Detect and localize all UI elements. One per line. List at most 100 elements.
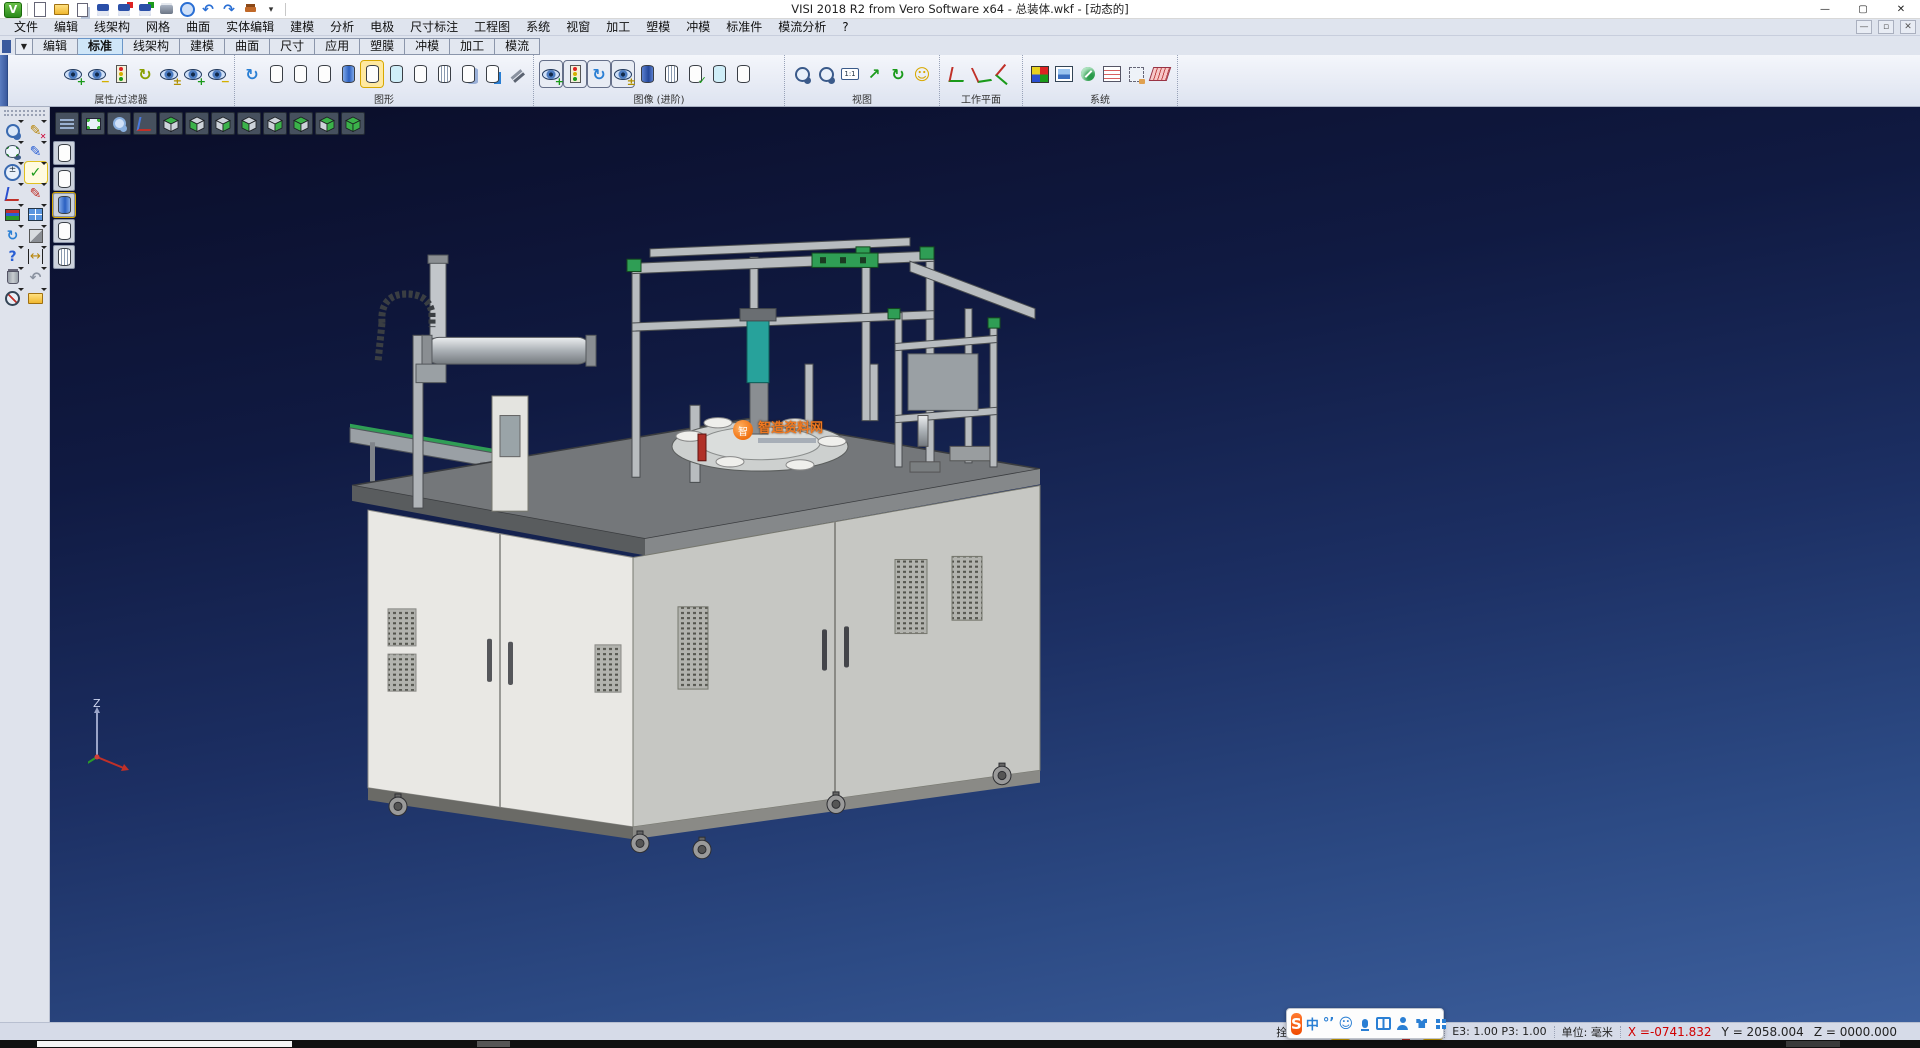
tab-2[interactable]: 线架构 [123, 38, 180, 55]
taskbar-search-box[interactable] [37, 1041, 292, 1047]
zoom-box-frame[interactable] [2, 141, 24, 162]
toolbar-grip[interactable] [4, 110, 45, 116]
tab-7[interactable]: 塑膜 [360, 38, 405, 55]
tab-8[interactable]: 冲模 [405, 38, 450, 55]
cylinder-light-2[interactable] [708, 61, 730, 87]
solid-cube[interactable] [25, 225, 47, 246]
eye-plus[interactable] [182, 61, 204, 87]
toolbox-grid-icon[interactable] [1433, 1016, 1448, 1031]
navigate-compass[interactable] [2, 288, 24, 309]
grid-settings[interactable] [1149, 61, 1171, 87]
image-settings[interactable] [1053, 61, 1075, 87]
help-question[interactable] [2, 246, 24, 267]
menu-item-6[interactable]: 建模 [282, 19, 322, 36]
workplane-align[interactable] [970, 61, 992, 87]
render-face[interactable] [911, 61, 933, 87]
system-tools[interactable] [1077, 61, 1099, 87]
zoom-window[interactable] [815, 61, 837, 87]
punctuation-toggle[interactable]: °’ [1323, 1016, 1334, 1031]
selection-settings[interactable] [1125, 61, 1147, 87]
zoom-dynamic[interactable] [863, 61, 885, 87]
menu-item-12[interactable]: 视窗 [558, 19, 598, 36]
zoom-scale-1to1[interactable] [839, 61, 861, 87]
menu-item-17[interactable]: 模流分析 [770, 19, 834, 36]
maximize-button[interactable]: ▢ [1844, 0, 1882, 19]
soft-keyboard-icon[interactable] [1376, 1016, 1391, 1031]
attributes-brush[interactable] [14, 61, 36, 87]
solid-view-dark[interactable] [756, 61, 778, 87]
cylinder-outline-4[interactable] [409, 61, 431, 87]
refresh-graphics[interactable] [241, 61, 263, 87]
cylinder-striped-2[interactable] [660, 61, 682, 87]
refresh-canvas[interactable] [2, 225, 24, 246]
box-refresh[interactable] [588, 61, 610, 87]
menu-item-3[interactable]: 网格 [138, 19, 178, 36]
measure-distance[interactable] [25, 246, 47, 267]
eye-toggle[interactable] [158, 61, 180, 87]
menu-item-5[interactable]: 实体编辑 [218, 19, 282, 36]
tab-5[interactable]: 尺寸 [270, 38, 315, 55]
cylinder-light[interactable] [385, 61, 407, 87]
zoom-plusminus[interactable] [2, 162, 24, 183]
menu-item-11[interactable]: 系统 [518, 19, 558, 36]
tab-10[interactable]: 模流 [495, 38, 540, 55]
menu-item-8[interactable]: 电极 [362, 19, 402, 36]
box-eye-add[interactable] [540, 61, 562, 87]
refresh-view[interactable] [887, 61, 909, 87]
attributes-palette[interactable] [2, 204, 24, 225]
draw-curve[interactable] [25, 183, 47, 204]
menu-item-1[interactable]: 编辑 [46, 19, 86, 36]
menu-item-9[interactable]: 尺寸标注 [402, 19, 466, 36]
workplane-axes[interactable] [946, 61, 968, 87]
box-eye-toggle[interactable] [612, 61, 634, 87]
tab-4[interactable]: 曲面 [225, 38, 270, 55]
taskbar-tray[interactable] [1786, 1041, 1840, 1047]
cylinder-outline-5[interactable] [732, 61, 754, 87]
microphone-icon[interactable] [1357, 1016, 1372, 1031]
mdi-close-button[interactable]: ✕ [1900, 20, 1916, 34]
system-table[interactable] [1101, 61, 1123, 87]
refresh-filter[interactable] [134, 61, 156, 87]
menu-item-14[interactable]: 塑模 [638, 19, 678, 36]
menu-item-16[interactable]: 标准件 [718, 19, 770, 36]
cylinder-striped[interactable] [433, 61, 455, 87]
skin-shirt-icon[interactable] [1414, 1016, 1429, 1031]
input-lang-toggle[interactable]: 中 [1306, 1014, 1319, 1033]
account-person-icon[interactable] [1395, 1016, 1410, 1031]
tab-3[interactable]: 建模 [180, 38, 225, 55]
cylinder-dark[interactable] [636, 61, 658, 87]
entity-search[interactable] [2, 120, 24, 141]
menu-item-18[interactable]: ? [834, 19, 856, 36]
tab-1[interactable]: 标准 [78, 38, 123, 55]
menu-item-13[interactable]: 加工 [598, 19, 638, 36]
copy-attributes[interactable] [38, 61, 60, 87]
tab-9[interactable]: 加工 [450, 38, 495, 55]
open-project-folder[interactable] [25, 288, 47, 309]
tab-6[interactable]: 应用 [315, 38, 360, 55]
menu-item-4[interactable]: 曲面 [178, 19, 218, 36]
mdi-minimize-button[interactable]: — [1856, 20, 1872, 34]
menu-item-15[interactable]: 冲模 [678, 19, 718, 36]
tab-dropdown-button[interactable]: ▼ [15, 38, 33, 55]
undo-arrow[interactable] [25, 267, 47, 288]
eye-remove[interactable] [86, 61, 108, 87]
delete-trash[interactable] [2, 267, 24, 288]
cylinder-selected[interactable] [361, 61, 383, 87]
emoji-face-icon[interactable] [1338, 1016, 1353, 1031]
minimize-button[interactable]: — [1806, 0, 1844, 19]
tab-0[interactable]: 编辑 [33, 38, 78, 55]
mdi-restore-button[interactable]: ▫ [1878, 20, 1894, 34]
delete-entities[interactable] [25, 120, 47, 141]
menu-item-2[interactable]: 线架构 [86, 19, 138, 36]
cylinder-group[interactable] [457, 61, 479, 87]
zoom-extents[interactable] [791, 61, 813, 87]
ribbon-grip[interactable] [0, 55, 8, 106]
menu-item-10[interactable]: 工程图 [466, 19, 518, 36]
cylinder-check[interactable] [684, 61, 706, 87]
move-origin[interactable] [2, 183, 24, 204]
cylinder-blue[interactable] [337, 61, 359, 87]
cylinder-outline-1[interactable] [265, 61, 287, 87]
menu-item-0[interactable]: 文件 [6, 19, 46, 36]
tools-wrench[interactable] [505, 61, 527, 87]
close-button[interactable]: ✕ [1882, 0, 1920, 19]
